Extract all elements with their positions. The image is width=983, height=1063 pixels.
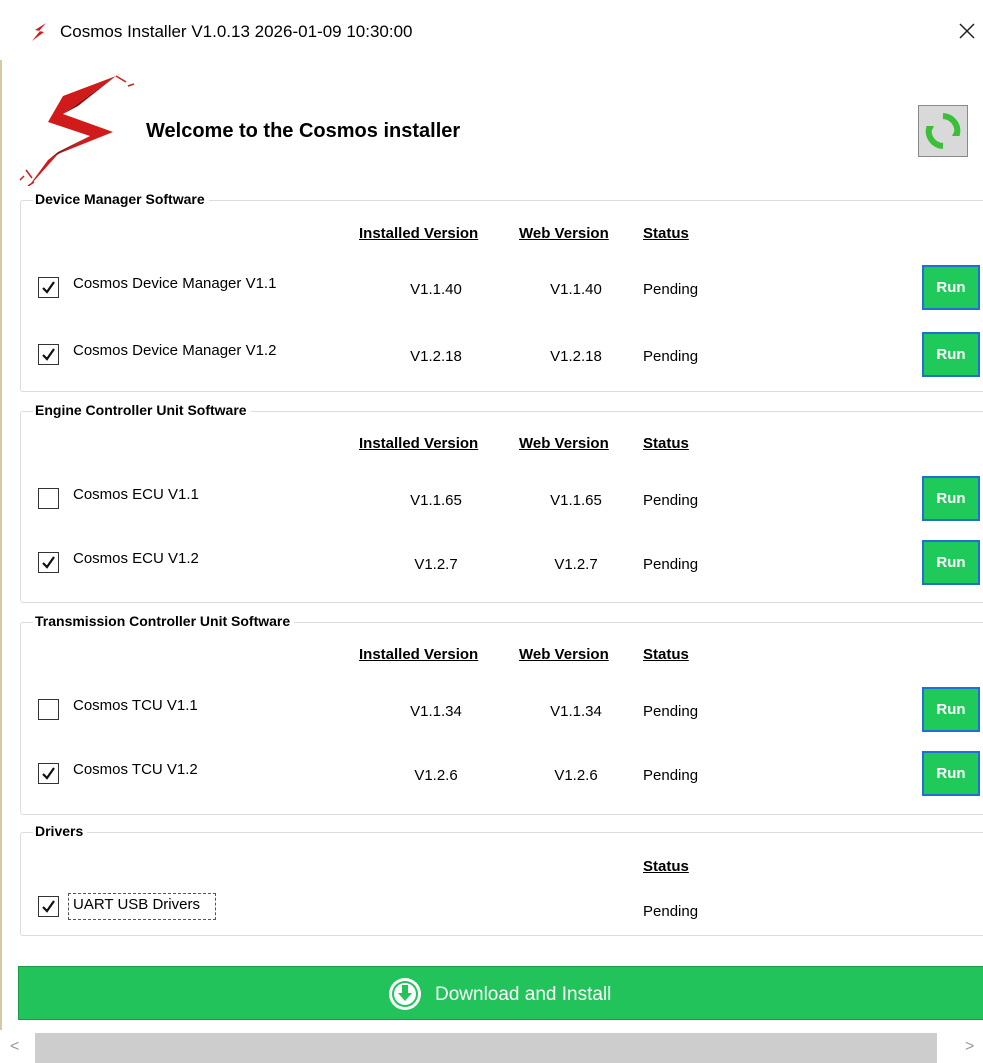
app-bolt-icon <box>32 23 46 41</box>
scroll-right-button[interactable]: > <box>955 1030 983 1063</box>
header-status: Status <box>643 646 689 663</box>
item-name: Cosmos ECU V1.1 <box>73 486 199 503</box>
web-version: V1.2.6 <box>554 767 598 784</box>
checkbox-tcu-v11[interactable] <box>38 699 59 720</box>
checkmark-icon <box>42 348 55 361</box>
status-text: Pending <box>643 767 699 784</box>
checkbox-device-manager-v12[interactable] <box>38 344 59 365</box>
item-name: Cosmos TCU V1.1 <box>73 697 198 714</box>
item-name: Cosmos TCU V1.2 <box>73 761 198 778</box>
checkbox-device-manager-v11[interactable] <box>38 277 59 298</box>
list-item: Cosmos Device Manager V1.2 V1.2.18 V1.2.… <box>21 331 983 377</box>
header-installed-version: Installed Version <box>359 646 479 663</box>
run-button-ecu-v12[interactable]: Run <box>922 540 980 585</box>
web-version: V1.2.18 <box>550 348 602 365</box>
group-title-device-manager: Device Manager Software <box>33 191 209 207</box>
header-web-version: Web Version <box>519 435 609 452</box>
header-status: Status <box>643 225 689 242</box>
list-item: Cosmos TCU V1.1 V1.1.34 V1.1.34 Pending … <box>21 686 983 732</box>
group-title-ecu: Engine Controller Unit Software <box>33 402 251 418</box>
run-button-device-manager-v11[interactable]: Run <box>922 265 980 310</box>
cosmos-logo-icon <box>19 74 135 186</box>
checkbox-ecu-v11[interactable] <box>38 488 59 509</box>
status-text: Pending <box>643 556 699 573</box>
checkmark-icon <box>42 281 55 294</box>
installed-version: V1.2.7 <box>414 556 458 573</box>
installer-window: Cosmos Installer V1.0.13 2026-01-09 10:3… <box>0 0 983 1063</box>
group-drivers: Drivers Status UART USB Drivers Pending <box>20 823 983 936</box>
header-web-version: Web Version <box>519 225 609 242</box>
web-version: V1.1.40 <box>550 281 602 298</box>
web-version: V1.2.7 <box>554 556 598 573</box>
installed-version: V1.2.18 <box>410 348 462 365</box>
list-item: Cosmos ECU V1.2 V1.2.7 V1.2.7 Pending Ru… <box>21 539 983 585</box>
window-left-edge <box>0 60 2 1060</box>
run-button-tcu-v12[interactable]: Run <box>922 751 980 796</box>
scrollbar-thumb[interactable] <box>35 1033 937 1063</box>
group-device-manager: Device Manager Software Installed Versio… <box>20 191 983 392</box>
header-web-version: Web Version <box>519 646 609 663</box>
checkmark-icon <box>42 767 55 780</box>
list-item: Cosmos ECU V1.1 V1.1.65 V1.1.65 Pending … <box>21 475 983 521</box>
group-title-tcu: Transmission Controller Unit Software <box>33 613 295 629</box>
header-installed-version: Installed Version <box>359 435 479 452</box>
item-name: Cosmos ECU V1.2 <box>73 550 199 567</box>
checkbox-ecu-v12[interactable] <box>38 552 59 573</box>
item-name: Cosmos Device Manager V1.2 <box>73 342 277 359</box>
status-text: Pending <box>643 903 699 920</box>
item-name: UART USB Drivers <box>73 896 200 913</box>
list-item: UART USB Drivers Pending <box>21 887 983 933</box>
run-button-device-manager-v12[interactable]: Run <box>922 332 980 377</box>
header-installed-version: Installed Version <box>359 225 479 242</box>
download-circle-icon <box>389 978 421 1010</box>
group-ecu: Engine Controller Unit Software Installe… <box>20 402 983 603</box>
installed-version: V1.2.6 <box>414 767 458 784</box>
scroll-left-button[interactable]: < <box>0 1030 30 1063</box>
group-title-drivers: Drivers <box>33 823 88 839</box>
installed-version: V1.1.34 <box>410 703 462 720</box>
checkmark-icon <box>42 556 55 569</box>
list-item: Cosmos Device Manager V1.1 V1.1.40 V1.1.… <box>21 264 983 310</box>
web-version: V1.1.34 <box>550 703 602 720</box>
checkbox-uart-usb-drivers[interactable] <box>38 896 59 917</box>
status-text: Pending <box>643 492 699 509</box>
status-text: Pending <box>643 281 699 298</box>
status-text: Pending <box>643 703 699 720</box>
header-status: Status <box>643 858 689 875</box>
refresh-icon <box>925 113 961 149</box>
horizontal-scrollbar[interactable]: < > <box>0 1030 983 1063</box>
refresh-button[interactable] <box>918 105 968 157</box>
chevron-left-icon: < <box>10 1038 20 1055</box>
web-version: V1.1.65 <box>550 492 602 509</box>
status-text: Pending <box>643 348 699 365</box>
download-and-install-button[interactable]: Download and Install <box>18 966 983 1020</box>
checkmark-icon <box>42 900 55 913</box>
download-label: Download and Install <box>435 984 612 1005</box>
chevron-right-icon: > <box>965 1038 975 1055</box>
list-item: Cosmos TCU V1.2 V1.2.6 V1.2.6 Pending Ru… <box>21 750 983 796</box>
run-button-ecu-v11[interactable]: Run <box>922 476 980 521</box>
window-title: Cosmos Installer V1.0.13 2026-01-09 10:3… <box>60 22 413 41</box>
checkbox-tcu-v12[interactable] <box>38 763 59 784</box>
installed-version: V1.1.65 <box>410 492 462 509</box>
installed-version: V1.1.40 <box>410 281 462 298</box>
welcome-heading: Welcome to the Cosmos installer <box>146 120 461 142</box>
close-button[interactable] <box>950 14 983 48</box>
close-icon <box>959 23 975 39</box>
item-name: Cosmos Device Manager V1.1 <box>73 275 277 292</box>
header-status: Status <box>643 435 689 452</box>
run-button-tcu-v11[interactable]: Run <box>922 687 980 732</box>
group-tcu: Transmission Controller Unit Software In… <box>20 613 983 815</box>
title-bar: Cosmos Installer V1.0.13 2026-01-09 10:3… <box>0 0 983 62</box>
